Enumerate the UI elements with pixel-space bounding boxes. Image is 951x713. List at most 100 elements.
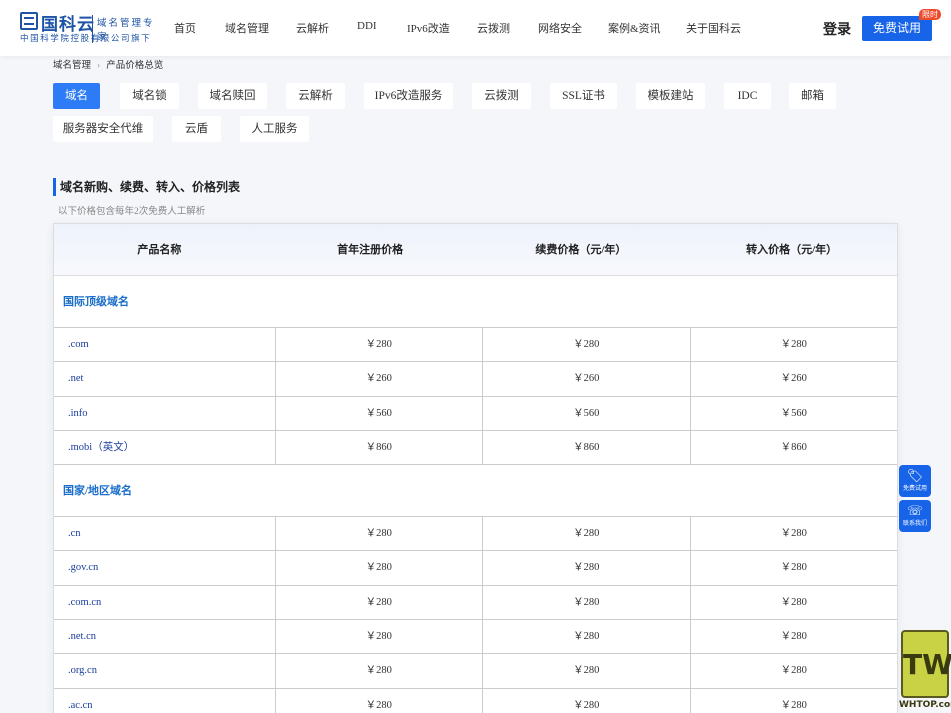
tab-manual-service[interactable]: 人工服务 — [240, 116, 309, 142]
price-cell: ￥280 — [780, 528, 807, 540]
tab-cloud-probe[interactable]: 云拨测 — [472, 83, 531, 109]
tab-domain-redeem[interactable]: 域名赎回 — [198, 83, 267, 109]
breadcrumb-item-domain[interactable]: 域名管理 — [53, 61, 91, 71]
table-row: .cn ￥280 ￥280 ￥280 — [54, 517, 897, 552]
price-cell: ￥560 — [780, 407, 807, 419]
price-cell: ￥260 — [276, 362, 483, 396]
nav-item-about[interactable]: 关于国科云 — [686, 20, 741, 36]
domain-suffix-cell[interactable]: .mobi（英文） — [54, 430, 276, 465]
nav-item-ipv6[interactable]: IPv6改造 — [407, 20, 450, 36]
price-cell: ￥280 — [483, 654, 691, 688]
price-cell: ￥560 — [483, 396, 691, 430]
price-cell: ￥280 — [276, 551, 483, 585]
phone-icon: ☏ — [906, 504, 924, 519]
price-cell: ￥280 — [483, 551, 691, 585]
price-cell: ￥280 — [276, 585, 483, 620]
table-row: .info ￥560 ￥560 ￥560 — [54, 396, 897, 431]
price-cell: ￥860 — [276, 430, 483, 465]
price-cell: ￥280 — [780, 631, 807, 643]
tab-mailbox[interactable]: 邮箱 — [789, 83, 836, 109]
breadcrumb-item-current: 产品价格总览 — [106, 61, 164, 71]
logo-subtitle: 中国科学院控股有限公司旗下 — [20, 34, 152, 44]
table-row: .net ￥260 ￥260 ￥260 — [54, 362, 897, 397]
price-cell: ￥260 — [780, 373, 807, 385]
nav-item-home[interactable]: 首页 — [174, 20, 196, 36]
price-cell: ￥280 — [276, 328, 483, 362]
breadcrumb: 域名管理 › 产品价格总览 — [53, 57, 163, 71]
price-cell: ￥280 — [483, 620, 691, 654]
table-row: .org.cn ￥280 ￥280 ￥280 — [54, 654, 897, 689]
price-cell: ￥260 — [483, 362, 691, 396]
tab-domain-lock[interactable]: 域名锁 — [120, 83, 179, 109]
price-table: 产品名称 首年注册价格 续费价格（元/年） 转入价格（元/年） 国际顶级域名 .c… — [53, 223, 898, 713]
table-row: .ac.cn ￥280 ￥280 ￥280 — [54, 688, 897, 713]
price-cell: ￥280 — [276, 517, 483, 551]
domain-suffix-cell[interactable]: .gov.cn — [54, 551, 276, 585]
price-cell: ￥280 — [780, 596, 807, 608]
table-row: .com ￥280 ￥280 ￥280 — [54, 328, 897, 363]
side-contact-button[interactable]: ☏ 联系我们 — [899, 500, 931, 532]
tab-ssl[interactable]: SSL证书 — [550, 83, 617, 109]
price-cell: ￥560 — [276, 396, 483, 430]
nav-item-probe[interactable]: 云拨测 — [477, 20, 510, 36]
watermark-logo-icon: TW — [901, 630, 951, 698]
price-cell: ￥280 — [780, 339, 807, 350]
tab-cloud-shield[interactable]: 云盾 — [172, 116, 221, 142]
column-header-product: 产品名称 — [137, 244, 182, 256]
group-title: 国际顶级域名 — [54, 276, 897, 328]
tab-idc[interactable]: IDC — [724, 83, 771, 109]
domain-suffix-cell[interactable]: .net — [54, 362, 276, 396]
column-header-transfer: 转入价格（元/年） — [746, 244, 838, 256]
top-header: 国科云 域名管理专家 中国科学院控股有限公司旗下 首页 域名管理 云解析 DDI… — [0, 0, 951, 56]
table-row: .gov.cn ￥280 ￥280 ￥280 — [54, 551, 897, 586]
price-cell: ￥280 — [276, 620, 483, 654]
section-title: 域名新购、续费、转入、价格列表 — [53, 178, 240, 196]
limited-time-badge: 限时 — [919, 9, 941, 20]
section-note: 以下价格包含每年2次免费人工解析 — [58, 207, 206, 217]
domain-suffix-cell[interactable]: .cn — [54, 517, 276, 551]
logo[interactable]: 国科云 域名管理专家 中国科学院控股有限公司旗下 — [20, 12, 160, 44]
nav-item-domain[interactable]: 域名管理 — [225, 20, 269, 36]
watermark-text: WHTOP.com — [899, 700, 951, 710]
column-header-first-year: 首年注册价格 — [337, 244, 404, 256]
table-body: 国际顶级域名 .com ￥280 ￥280 ￥280 .net ￥260 ￥260 ￥260 .i… — [54, 276, 897, 713]
price-cell: ￥280 — [483, 517, 691, 551]
column-header-renewal: 续费价格（元/年） — [535, 244, 627, 256]
price-cell: ￥860 — [780, 441, 807, 453]
domain-suffix-cell[interactable]: .info — [54, 396, 276, 430]
tab-ipv6-service[interactable]: IPv6改造服务 — [364, 83, 453, 109]
price-cell: ￥280 — [483, 328, 691, 362]
domain-suffix-cell[interactable]: .com.cn — [54, 585, 276, 620]
price-cell: ￥280 — [276, 688, 483, 713]
group-title: 国家/地区域名 — [54, 465, 897, 518]
price-cell: ￥280 — [780, 699, 807, 711]
nav-item-ddi[interactable]: DDI — [357, 20, 377, 32]
domain-suffix-cell[interactable]: .net.cn — [54, 620, 276, 654]
domain-suffix-cell[interactable]: .org.cn — [54, 654, 276, 688]
side-contact-label: 联系我们 — [902, 520, 927, 527]
price-cell: ￥280 — [483, 585, 691, 620]
price-cell: ￥280 — [483, 688, 691, 713]
login-link[interactable]: 登录 — [823, 19, 851, 39]
side-free-trial-label: 免费试用 — [902, 485, 927, 492]
table-row: .net.cn ￥280 ￥280 ￥280 — [54, 620, 897, 655]
table-row: .com.cn ￥280 ￥280 ￥280 — [54, 585, 897, 621]
tab-domain[interactable]: 域名 — [53, 83, 100, 109]
tab-cloud-dns[interactable]: 云解析 — [286, 83, 345, 109]
table-header: 产品名称 首年注册价格 续费价格（元/年） 转入价格（元/年） — [54, 224, 897, 276]
whtop-watermark: TW WHTOP.com — [899, 630, 951, 713]
side-free-trial-button[interactable]: 🏷 免费试用 — [899, 465, 931, 497]
price-cell: ￥280 — [780, 562, 807, 574]
nav-item-security[interactable]: 网络安全 — [538, 20, 582, 36]
domain-suffix-cell[interactable]: .com — [54, 328, 276, 362]
price-cell: ￥280 — [276, 654, 483, 688]
nav-item-cases[interactable]: 案例&资讯 — [608, 20, 661, 36]
domain-suffix-cell[interactable]: .ac.cn — [54, 688, 276, 713]
tab-server-security[interactable]: 服务器安全代维 — [53, 116, 153, 142]
chevron-right-icon: › — [97, 61, 101, 71]
tab-site-builder[interactable]: 模板建站 — [636, 83, 705, 109]
nav-item-dns[interactable]: 云解析 — [296, 20, 329, 36]
free-tag-icon: 🏷 — [906, 469, 924, 484]
price-cell: ￥860 — [483, 430, 691, 465]
table-row: .mobi（英文） ￥860 ￥860 ￥860 — [54, 430, 897, 466]
